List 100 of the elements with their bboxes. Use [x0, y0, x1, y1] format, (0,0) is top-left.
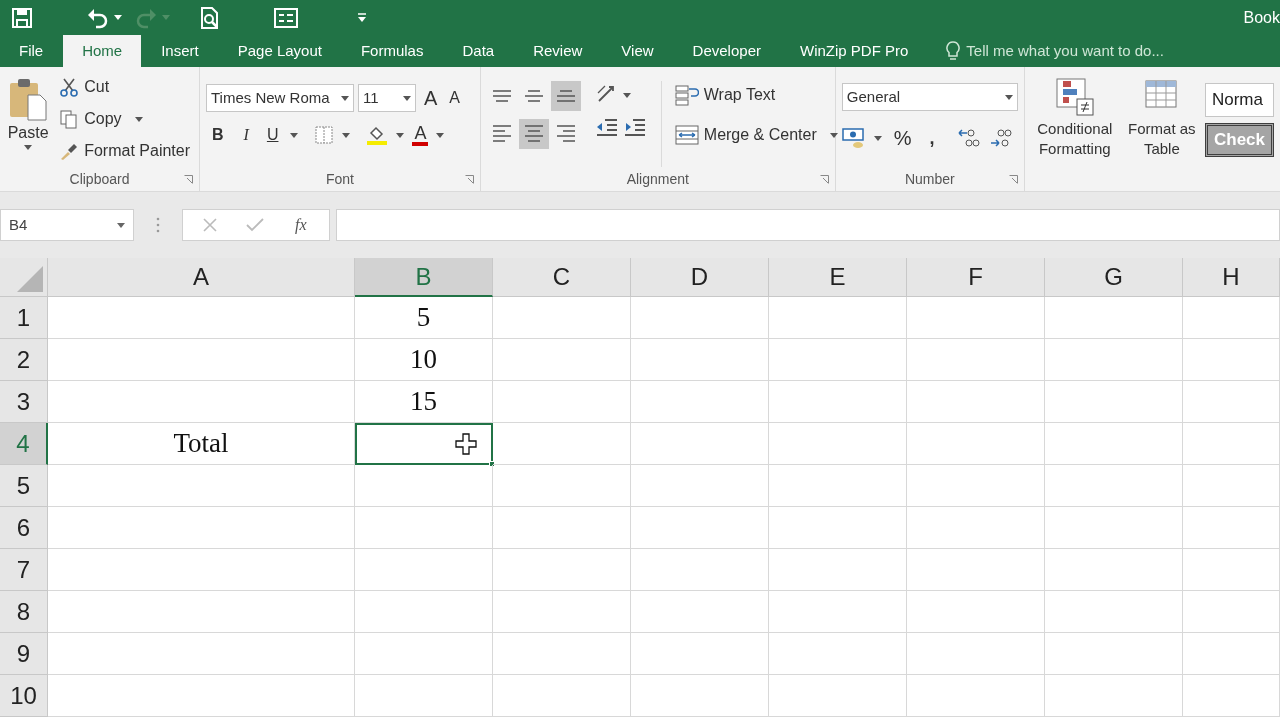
table-cell[interactable] [631, 381, 769, 423]
table-cell[interactable] [1045, 423, 1183, 465]
underline-button[interactable]: U [262, 123, 283, 147]
table-cell[interactable] [769, 507, 907, 549]
table-cell[interactable] [493, 633, 631, 675]
table-cell[interactable]: 10 [355, 339, 493, 381]
table-cell[interactable] [355, 675, 493, 717]
table-cell[interactable] [631, 465, 769, 507]
table-cell[interactable] [1045, 297, 1183, 339]
row-header[interactable]: 6 [0, 507, 48, 549]
table-cell[interactable] [631, 339, 769, 381]
paste-button[interactable]: Paste [6, 73, 51, 167]
ribbon-tab[interactable]: Home [63, 35, 142, 67]
table-cell[interactable] [1045, 591, 1183, 633]
cancel-icon[interactable] [203, 218, 218, 232]
table-cell[interactable] [769, 381, 907, 423]
caret-icon[interactable] [873, 135, 882, 141]
table-cell[interactable] [493, 591, 631, 633]
dialog-launcher-icon[interactable] [464, 175, 474, 184]
format-as-table-button[interactable]: Format as Table [1122, 75, 1201, 191]
table-cell[interactable] [493, 507, 631, 549]
table-cell[interactable]: 15 [355, 381, 493, 423]
caret-icon[interactable] [290, 132, 299, 138]
table-cell[interactable] [769, 465, 907, 507]
row-header[interactable]: 4 [0, 423, 48, 465]
ribbon-tab[interactable]: Page Layout [218, 35, 341, 67]
formula-input[interactable] [336, 209, 1280, 241]
copy-button[interactable]: Copy [56, 105, 193, 133]
column-header[interactable]: D [631, 258, 769, 297]
insert-function-button[interactable]: fx [293, 213, 309, 237]
table-cell[interactable] [769, 675, 907, 717]
caret-icon[interactable] [342, 132, 351, 138]
column-header[interactable]: A [48, 258, 355, 297]
decrease-decimal-icon[interactable] [988, 127, 1013, 149]
table-cell[interactable] [1183, 507, 1280, 549]
table-cell[interactable] [907, 549, 1045, 591]
table-cell[interactable] [1045, 675, 1183, 717]
table-cell[interactable] [1183, 633, 1280, 675]
table-cell[interactable] [907, 465, 1045, 507]
bold-button[interactable]: B [206, 123, 230, 147]
row-header[interactable]: 5 [0, 465, 48, 507]
ribbon-tab[interactable]: Developer [673, 35, 780, 67]
ribbon-tab[interactable]: Formulas [341, 35, 443, 67]
cut-button[interactable]: Cut [56, 73, 193, 101]
table-cell[interactable] [907, 507, 1045, 549]
grow-font-button[interactable]: A [420, 83, 442, 113]
table-cell[interactable] [48, 297, 355, 339]
table-cell[interactable] [1183, 297, 1280, 339]
table-cell[interactable] [1183, 423, 1280, 465]
table-cell[interactable] [48, 591, 355, 633]
decrease-indent-icon[interactable] [594, 117, 619, 139]
ribbon-tab[interactable]: Review [514, 35, 602, 67]
font-color-button[interactable]: A [412, 124, 429, 146]
merge-center-button[interactable]: Merge & Center [671, 121, 841, 149]
table-cell[interactable] [1183, 339, 1280, 381]
table-cell[interactable] [48, 675, 355, 717]
table-cell[interactable] [355, 549, 493, 591]
checkmark-icon[interactable] [246, 218, 265, 232]
table-cell[interactable] [1183, 591, 1280, 633]
table-cell[interactable] [493, 465, 631, 507]
column-header[interactable]: H [1183, 258, 1280, 297]
table-cell[interactable] [907, 633, 1045, 675]
center-align-button[interactable] [518, 119, 549, 149]
bottom-align-button[interactable] [550, 81, 581, 111]
increase-decimal-icon[interactable] [956, 127, 981, 149]
font-size-dropdown[interactable]: 11 [358, 84, 416, 112]
dialog-launcher-icon[interactable] [184, 175, 193, 184]
table-cell[interactable]: Total [48, 423, 355, 465]
dialog-launcher-icon[interactable] [1008, 175, 1018, 184]
table-cell[interactable] [493, 675, 631, 717]
table-cell[interactable] [631, 297, 769, 339]
table-cell[interactable] [1183, 675, 1280, 717]
column-header[interactable]: B [355, 258, 493, 297]
table-cell[interactable] [769, 297, 907, 339]
font-name-dropdown[interactable]: Times New Roma [206, 84, 354, 112]
table-cell[interactable] [907, 591, 1045, 633]
table-cell[interactable] [631, 507, 769, 549]
table-cell[interactable] [907, 339, 1045, 381]
table-cell[interactable] [769, 423, 907, 465]
table-cell[interactable] [769, 549, 907, 591]
row-header[interactable]: 8 [0, 591, 48, 633]
table-cell[interactable] [355, 591, 493, 633]
table-cell[interactable] [48, 633, 355, 675]
table-cell[interactable] [769, 339, 907, 381]
table-cell[interactable] [1183, 465, 1280, 507]
table-cell[interactable] [48, 381, 355, 423]
caret-icon[interactable] [396, 132, 405, 138]
ribbon-tab[interactable]: Insert [142, 35, 218, 67]
column-header[interactable]: E [769, 258, 907, 297]
row-header[interactable]: 10 [0, 675, 48, 717]
ribbon-tab[interactable]: File [0, 35, 63, 67]
table-cell[interactable] [1045, 507, 1183, 549]
cell-style-option[interactable]: Norma [1204, 83, 1274, 117]
tell-me-search[interactable]: Tell me what you want to do... [946, 35, 1164, 67]
percent-button[interactable]: % [889, 123, 916, 153]
column-header[interactable]: G [1045, 258, 1183, 297]
table-cell[interactable] [631, 423, 769, 465]
dialog-launcher-icon[interactable] [819, 175, 829, 184]
table-cell[interactable] [769, 591, 907, 633]
table-cell[interactable] [355, 633, 493, 675]
